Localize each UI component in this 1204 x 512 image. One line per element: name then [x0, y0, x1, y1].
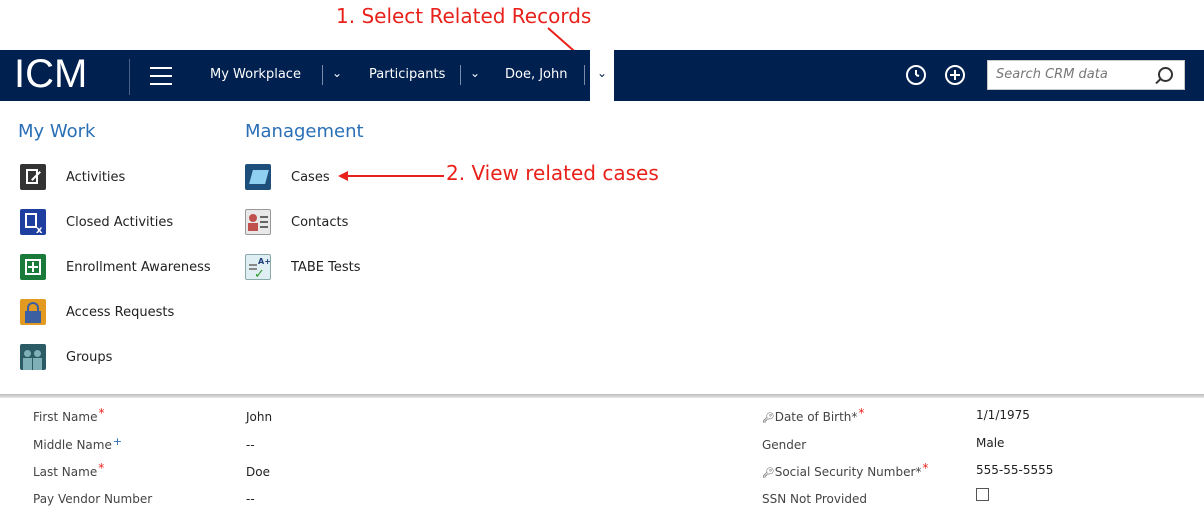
last-name-label: Last Name*	[33, 461, 105, 479]
chevron-down-icon[interactable]: ⌄	[332, 66, 342, 80]
related-records-chevron-button[interactable]: ⌄	[590, 50, 614, 101]
annotation-arrow-2	[338, 171, 444, 181]
first-name-value[interactable]: John	[246, 410, 272, 424]
search-icon[interactable]	[1158, 67, 1173, 82]
chevron-down-icon[interactable]: ⌄	[470, 66, 480, 80]
my-work-title: My Work	[18, 121, 96, 142]
middle-name-value[interactable]: --	[246, 438, 255, 452]
groups-icon	[20, 344, 46, 370]
activities-icon	[20, 164, 46, 190]
first-name-label: First Name*	[33, 406, 105, 424]
create-plus-icon[interactable]	[945, 65, 965, 85]
search-input[interactable]	[994, 66, 1158, 83]
access-requests-icon	[20, 299, 46, 325]
menu-item-label: Access Requests	[66, 304, 175, 320]
menu-item-cases[interactable]: Cases	[245, 162, 330, 192]
pay-vendor-number-value[interactable]: --	[246, 492, 255, 506]
menu-item-label: TABE Tests	[291, 259, 361, 275]
ssn-value[interactable]: 555-55-5555	[976, 463, 1053, 477]
breadcrumb-separator	[584, 65, 585, 85]
contacts-icon	[245, 209, 271, 235]
menu-item-label: Groups	[66, 349, 113, 365]
top-nav-bar: ICM My Workplace ⌄ Participants ⌄ Doe, J…	[0, 50, 614, 101]
menu-item-tabe-tests[interactable]: A+ ✓ TABE Tests	[245, 252, 360, 282]
menu-item-label: Activities	[66, 169, 126, 185]
cases-icon	[245, 164, 271, 190]
tabe-tests-icon: A+ ✓	[245, 254, 271, 280]
top-nav-actions	[614, 50, 1204, 101]
enrollment-awareness-icon	[20, 254, 46, 280]
search-box	[987, 60, 1185, 90]
menu-item-label: Contacts	[291, 214, 349, 230]
date-of-birth-value[interactable]: 1/1/1975	[976, 408, 1030, 422]
menu-item-closed-activities[interactable]: x Closed Activities	[20, 207, 173, 237]
last-name-value[interactable]: Doe	[246, 465, 270, 479]
menu-item-label: Cases	[291, 169, 330, 185]
date-of-birth-label: 🔑︎Date of Birth**	[762, 406, 865, 424]
breadcrumb-separator	[322, 65, 323, 85]
annotation-view-related-cases: 2. View related cases	[446, 161, 659, 185]
gender-value[interactable]: Male	[976, 436, 1004, 450]
breadcrumb-my-workplace[interactable]: My Workplace	[210, 67, 301, 82]
menu-item-contacts[interactable]: Contacts	[245, 207, 348, 237]
menu-item-enrollment-awareness[interactable]: Enrollment Awareness	[20, 252, 211, 282]
menu-item-label: Enrollment Awareness	[66, 259, 211, 275]
ssn-label: 🔑︎Social Security Number**	[762, 461, 929, 479]
breadcrumb-participants[interactable]: Participants	[369, 67, 445, 82]
key-icon: 🔑︎	[762, 413, 775, 424]
recent-clock-icon[interactable]	[906, 65, 926, 85]
breadcrumb-record-name[interactable]: Doe, John	[505, 67, 568, 82]
gender-label: Gender	[762, 438, 807, 452]
key-icon: 🔑︎	[762, 468, 775, 479]
menu-item-access-requests[interactable]: Access Requests	[20, 297, 174, 327]
middle-name-label: Middle Name+	[33, 435, 123, 452]
menu-item-activities[interactable]: Activities	[20, 162, 125, 192]
management-title: Management	[245, 121, 364, 142]
chevron-down-icon: ⌄	[597, 66, 608, 80]
annotation-select-related-records: 1. Select Related Records	[336, 4, 592, 28]
closed-activities-icon: x	[20, 209, 46, 235]
menu-item-label: Closed Activities	[66, 214, 174, 230]
ssn-not-provided-label: SSN Not Provided	[762, 492, 867, 506]
menu-divider	[0, 394, 1204, 398]
app-logo[interactable]: ICM	[14, 52, 87, 97]
pay-vendor-number-label: Pay Vendor Number	[33, 492, 153, 506]
ssn-not-provided-checkbox[interactable]	[976, 488, 989, 501]
breadcrumb-separator	[460, 65, 461, 85]
nav-divider	[129, 59, 130, 95]
menu-item-groups[interactable]: Groups	[20, 342, 112, 372]
hamburger-menu-icon[interactable]	[150, 67, 172, 85]
